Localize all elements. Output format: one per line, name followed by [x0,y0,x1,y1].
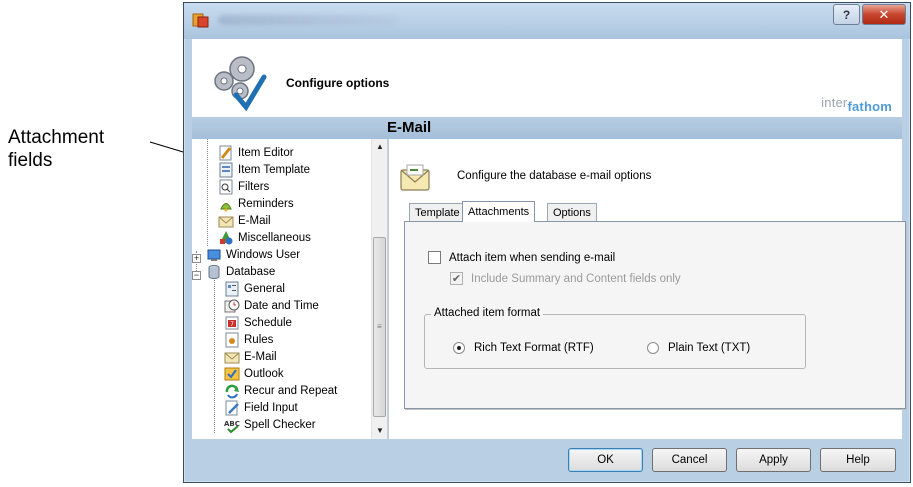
outlook-icon [224,367,240,380]
tab-attachments[interactable]: Attachments [462,201,536,222]
rtf-label: Rich Text Format (RTF) [474,342,594,354]
txt-radio[interactable] [647,342,659,354]
section-bar: E-Mail [192,117,902,139]
tree-item-general[interactable]: General [224,280,285,297]
rtf-radio[interactable] [453,342,465,354]
field-input-icon [225,400,239,415]
email-icon [218,216,234,227]
dialog-footer: OK Cancel Apply Help [192,439,902,477]
tree-scrollbar[interactable]: ▲ ≡ ▼ [371,139,387,439]
app-icon [192,13,209,28]
expand-windows-user[interactable]: + [192,254,201,263]
rtf-option[interactable]: Rich Text Format (RTF) [453,342,594,354]
txt-label: Plain Text (TXT) [668,342,751,354]
brand-suffix: fathom [847,99,892,114]
tree-item-item-template[interactable]: Item Template [218,161,310,178]
tree-line [207,139,208,246]
tab-template[interactable]: Template [409,203,466,221]
clock-icon [224,299,240,312]
item-template-icon [219,162,233,177]
email-options-pane: Configure the database e-mail options Te… [389,139,906,439]
collapse-database[interactable]: − [192,271,201,280]
help-title-button[interactable]: ? [833,4,860,25]
item-editor-icon [219,145,232,160]
attach-item-checkbox[interactable] [428,251,441,264]
attached-format-group: Attached item format Rich Text Format (R… [424,307,806,369]
general-icon [225,281,239,296]
page-title: Configure options [286,76,390,90]
tree-item-schedule[interactable]: 7 Schedule [224,314,292,331]
blurred-title [218,15,398,25]
pane-description: Configure the database e-mail options [457,170,652,182]
tree-item-recur-and-repeat[interactable]: Recur and Repeat [224,382,337,399]
filter-icon [219,179,233,194]
tree-item-email-db[interactable]: E-Mail [224,348,277,365]
tree-item-field-input[interactable]: Field Input [224,399,298,416]
windows-user-icon [207,249,221,261]
database-icon [208,264,220,279]
tree-item-database[interactable]: Database [206,263,275,280]
scrollbar-grip-icon: ≡ [377,322,382,331]
tree-item-spell-checker[interactable]: ABC Spell Checker [224,416,316,433]
include-summary-checkbox[interactable]: ✔ [450,272,463,285]
recur-icon [225,384,239,398]
rules-icon [225,332,239,347]
misc-icon [220,230,233,244]
attachments-panel: Attach item when sending e-mail ✔ Includ… [404,221,906,409]
brand-prefix: inter [821,95,848,110]
scrollbar-thumb[interactable]: ≡ [373,237,386,417]
ok-button[interactable]: OK [568,448,643,472]
include-summary-label: Include Summary and Content fields only [471,272,681,285]
tab-options[interactable]: Options [547,203,597,221]
svg-text:7: 7 [230,321,234,328]
title-bar: ? ✕ [184,3,910,39]
tree-item-rules[interactable]: Rules [224,331,273,348]
email-icon [224,352,240,363]
scroll-up-arrow-icon[interactable]: ▲ [372,139,388,155]
tree-item-windows-user[interactable]: Windows User [206,246,300,263]
tree-item-outlook[interactable]: Outlook [224,365,284,382]
options-tree: + − Item Editor Item Template Filters Re… [192,139,388,439]
brand-logo: interfathom [821,95,892,114]
header-panel: Configure options interfathom [192,39,902,117]
tree-item-filters[interactable]: Filters [218,178,269,195]
section-title: E-Mail [387,119,432,136]
tree-item-item-editor[interactable]: Item Editor [218,144,294,161]
email-settings-icon [400,164,430,191]
gears-check-icon [214,56,267,111]
tree-item-email[interactable]: E-Mail [218,212,271,229]
attach-item-option[interactable]: Attach item when sending e-mail [428,251,615,264]
spell-checker-icon: ABC [224,420,240,433]
tree-item-reminders[interactable]: Reminders [218,195,294,212]
help-button[interactable]: Help [820,448,896,472]
attach-item-label: Attach item when sending e-mail [449,251,616,264]
tree-line [214,277,215,433]
txt-option[interactable]: Plain Text (TXT) [647,342,750,354]
tree-item-miscellaneous[interactable]: Miscellaneous [218,229,311,246]
scroll-down-arrow-icon[interactable]: ▼ [372,423,388,439]
schedule-icon: 7 [225,316,239,329]
configure-options-window: ? ✕ Configure options interfathom E-Mail… [183,2,911,483]
tree-item-date-and-time[interactable]: Date and Time [224,297,319,314]
reminder-icon [220,202,232,211]
group-legend: Attached item format [431,307,544,319]
callout-label: Attachment fields [8,127,105,171]
apply-button[interactable]: Apply [736,448,811,472]
cancel-button[interactable]: Cancel [652,448,727,472]
close-button[interactable]: ✕ [862,4,906,25]
include-summary-option[interactable]: ✔ Include Summary and Content fields onl… [450,272,681,285]
